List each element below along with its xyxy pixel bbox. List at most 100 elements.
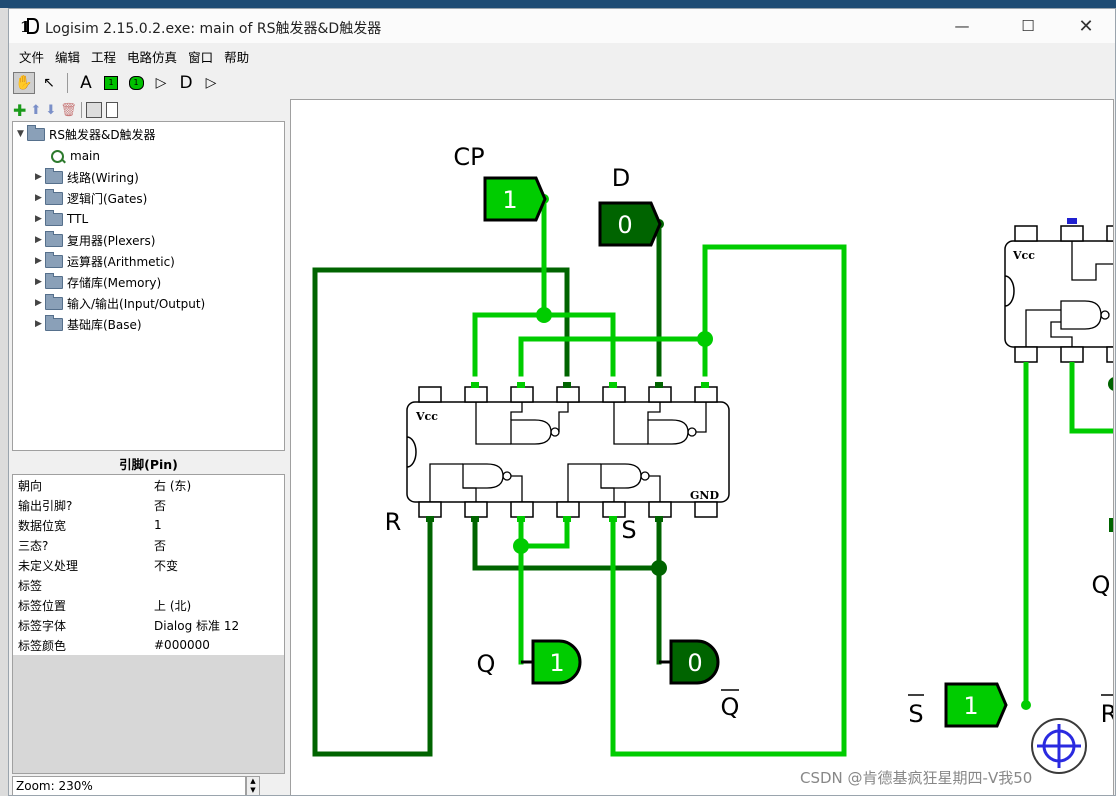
ttl-chip[interactable]: Vcc GND [406, 386, 730, 518]
attr-value[interactable]: 1 [154, 518, 284, 532]
cp-value: 1 [502, 186, 517, 214]
folder-icon [45, 314, 63, 331]
logisim-window: 1 Logisim 2.15.0.2.exe: main of RS触发器&D触… [8, 8, 1116, 796]
menu-help[interactable]: 帮助 [224, 47, 249, 66]
qbar-output-pin[interactable]: 0 [659, 639, 720, 685]
attr-row-output[interactable]: 输出引脚? 否 [13, 495, 284, 515]
r-label: R [385, 508, 402, 536]
close-button[interactable]: ✕ [1063, 9, 1109, 43]
or-gate-icon[interactable]: ▷ [200, 72, 222, 94]
attr-value[interactable]: 否 [154, 537, 284, 554]
menu-file[interactable]: 文件 [19, 47, 44, 66]
circuit-drawing: Vcc GND 1 CP 0 D R S 1 Q 0 Q Vcc 1 S Q [312, 143, 1114, 774]
wire-junction [1021, 700, 1031, 710]
attr-row-tristate[interactable]: 三态? 否 [13, 535, 284, 555]
input-pin-glyph: 1 [104, 76, 118, 90]
ttl-chip-2[interactable]: Vcc [1004, 218, 1114, 363]
folder-icon [45, 167, 63, 184]
attr-value[interactable]: 否 [154, 497, 284, 514]
wire-junction [513, 538, 529, 554]
minimize-button[interactable]: — [939, 9, 985, 43]
attr-value[interactable]: 右 (东) [154, 477, 284, 494]
edit-appearance-icon[interactable] [105, 102, 118, 118]
attr-name: 标签字体 [18, 618, 67, 633]
folder-icon [45, 251, 63, 268]
add-circuit-icon[interactable]: ✚ [13, 101, 26, 120]
tree-root-label: RS触发器&D触发器 [49, 127, 156, 142]
title-bar: 1 Logisim 2.15.0.2.exe: main of RS触发器&D触… [9, 9, 1115, 43]
input-pin-icon[interactable]: 1 [100, 72, 122, 94]
magnifier-icon [51, 149, 64, 163]
attr-name: 标签位置 [18, 598, 67, 613]
attr-name: 三态? [18, 538, 49, 553]
attr-name: 未定义处理 [18, 558, 79, 573]
edit-layout-icon[interactable] [85, 102, 102, 118]
tree-item-plexers[interactable]: ▶ 复用器(Plexers) [35, 230, 155, 250]
circuit-canvas[interactable]: Vcc GND 1 CP 0 D R S 1 Q 0 Q Vcc 1 S Q [290, 99, 1114, 795]
watermark-text: CSDN @肯德基疯狂星期四-V我50 [800, 769, 1033, 787]
d-value: 0 [617, 211, 632, 239]
attr-row-pull[interactable]: 未定义处理 不变 [13, 555, 284, 575]
maximize-button[interactable]: ☐ [1005, 9, 1051, 43]
attr-value[interactable]: 上 (北) [154, 597, 284, 614]
attr-name: 输出引脚? [18, 498, 73, 513]
wire-junction [1108, 377, 1113, 391]
folder-icon [45, 272, 63, 289]
arrow-icon[interactable]: ↖ [38, 72, 60, 94]
move-up-icon[interactable]: ⬆ [30, 103, 41, 118]
wire-junction [536, 307, 552, 323]
tree-item-label: 复用器(Plexers) [67, 233, 156, 248]
attr-row-facing[interactable]: 朝向 右 (东) [13, 475, 284, 495]
expand-icon: ▶ [35, 256, 42, 266]
text-icon[interactable]: A [75, 72, 97, 94]
attribute-panel-title: 引脚(Pin) [119, 457, 178, 472]
expand-icon: ▶ [35, 172, 42, 182]
tree-root[interactable]: ▼ RS触发器&D触发器 [17, 124, 156, 144]
attr-value[interactable]: #000000 [154, 638, 284, 652]
move-down-icon[interactable]: ⬇ [45, 103, 56, 118]
d-input-pin[interactable]: 0 [598, 201, 662, 247]
tree-item-wiring[interactable]: ▶ 线路(Wiring) [35, 167, 139, 187]
vcc-label: Vcc [415, 410, 438, 423]
wire-cp-split [472, 312, 616, 377]
tree-item-label: 运算器(Arithmetic) [67, 254, 175, 269]
hand-icon[interactable]: ✋ [13, 72, 35, 94]
output-pin-icon[interactable]: 1 [125, 72, 147, 94]
canvas-navigation-icon[interactable] [1031, 718, 1087, 774]
q-output-pin[interactable]: 1 [521, 639, 582, 685]
tree-item-io[interactable]: ▶ 输入/输出(Input/Output) [35, 293, 205, 313]
attr-row-label-font[interactable]: 标签字体 Dialog 标准 12 [13, 615, 284, 635]
window-title: Logisim 2.15.0.2.exe: main of RS触发器&D触发器 [45, 21, 382, 37]
attr-row-label-location[interactable]: 标签位置 上 (北) [13, 595, 284, 615]
attr-row-width[interactable]: 数据位宽 1 [13, 515, 284, 535]
desktop-background [0, 0, 1116, 8]
circuit-explorer: ▼ RS触发器&D触发器 main ▶ 线路(Wiring) ▶ 逻辑门(Gates… [12, 121, 285, 451]
tree-item-main[interactable]: main [51, 146, 100, 166]
menu-window[interactable]: 窗口 [188, 47, 213, 66]
tree-item-ttl[interactable]: ▶ TTL [35, 209, 88, 229]
tree-item-label: TTL [67, 212, 89, 226]
menu-edit[interactable]: 编辑 [55, 47, 80, 66]
explorer-toolbar: ✚ ⬆ ⬇ 🗑 [9, 99, 293, 121]
cp-input-pin[interactable]: 1 [483, 176, 547, 222]
tree-item-arithmetic[interactable]: ▶ 运算器(Arithmetic) [35, 251, 175, 271]
zoom-stepper[interactable]: ▲ ▼ [246, 776, 260, 795]
menu-simulate[interactable]: 电路仿真 [127, 47, 177, 66]
delete-circuit-icon[interactable]: 🗑 [60, 103, 77, 118]
expand-icon: ▶ [35, 277, 42, 287]
attr-value[interactable]: 不变 [154, 557, 284, 574]
not-gate-icon[interactable]: ▷ [150, 72, 172, 94]
s-label: S [621, 516, 636, 544]
chip2-vcc-label: Vcc [1012, 249, 1035, 262]
attr-row-label-color[interactable]: 标签颜色 #000000 [13, 635, 284, 655]
and-gate-icon[interactable]: D [175, 72, 197, 94]
attr-value[interactable]: Dialog 标准 12 [154, 617, 284, 634]
tree-item-base[interactable]: ▶ 基础库(Base) [35, 314, 142, 334]
tree-item-gates[interactable]: ▶ 逻辑门(Gates) [35, 188, 147, 208]
s2-input-pin[interactable]: 1 [944, 682, 1008, 728]
attr-row-label[interactable]: 标签 [13, 575, 284, 595]
zoom-field[interactable]: Zoom: 230% [12, 776, 246, 795]
menu-bar: 文件 编辑 工程 电路仿真 窗口 帮助 [9, 45, 1115, 67]
tree-item-memory[interactable]: ▶ 存储库(Memory) [35, 272, 161, 292]
menu-project[interactable]: 工程 [91, 47, 116, 66]
